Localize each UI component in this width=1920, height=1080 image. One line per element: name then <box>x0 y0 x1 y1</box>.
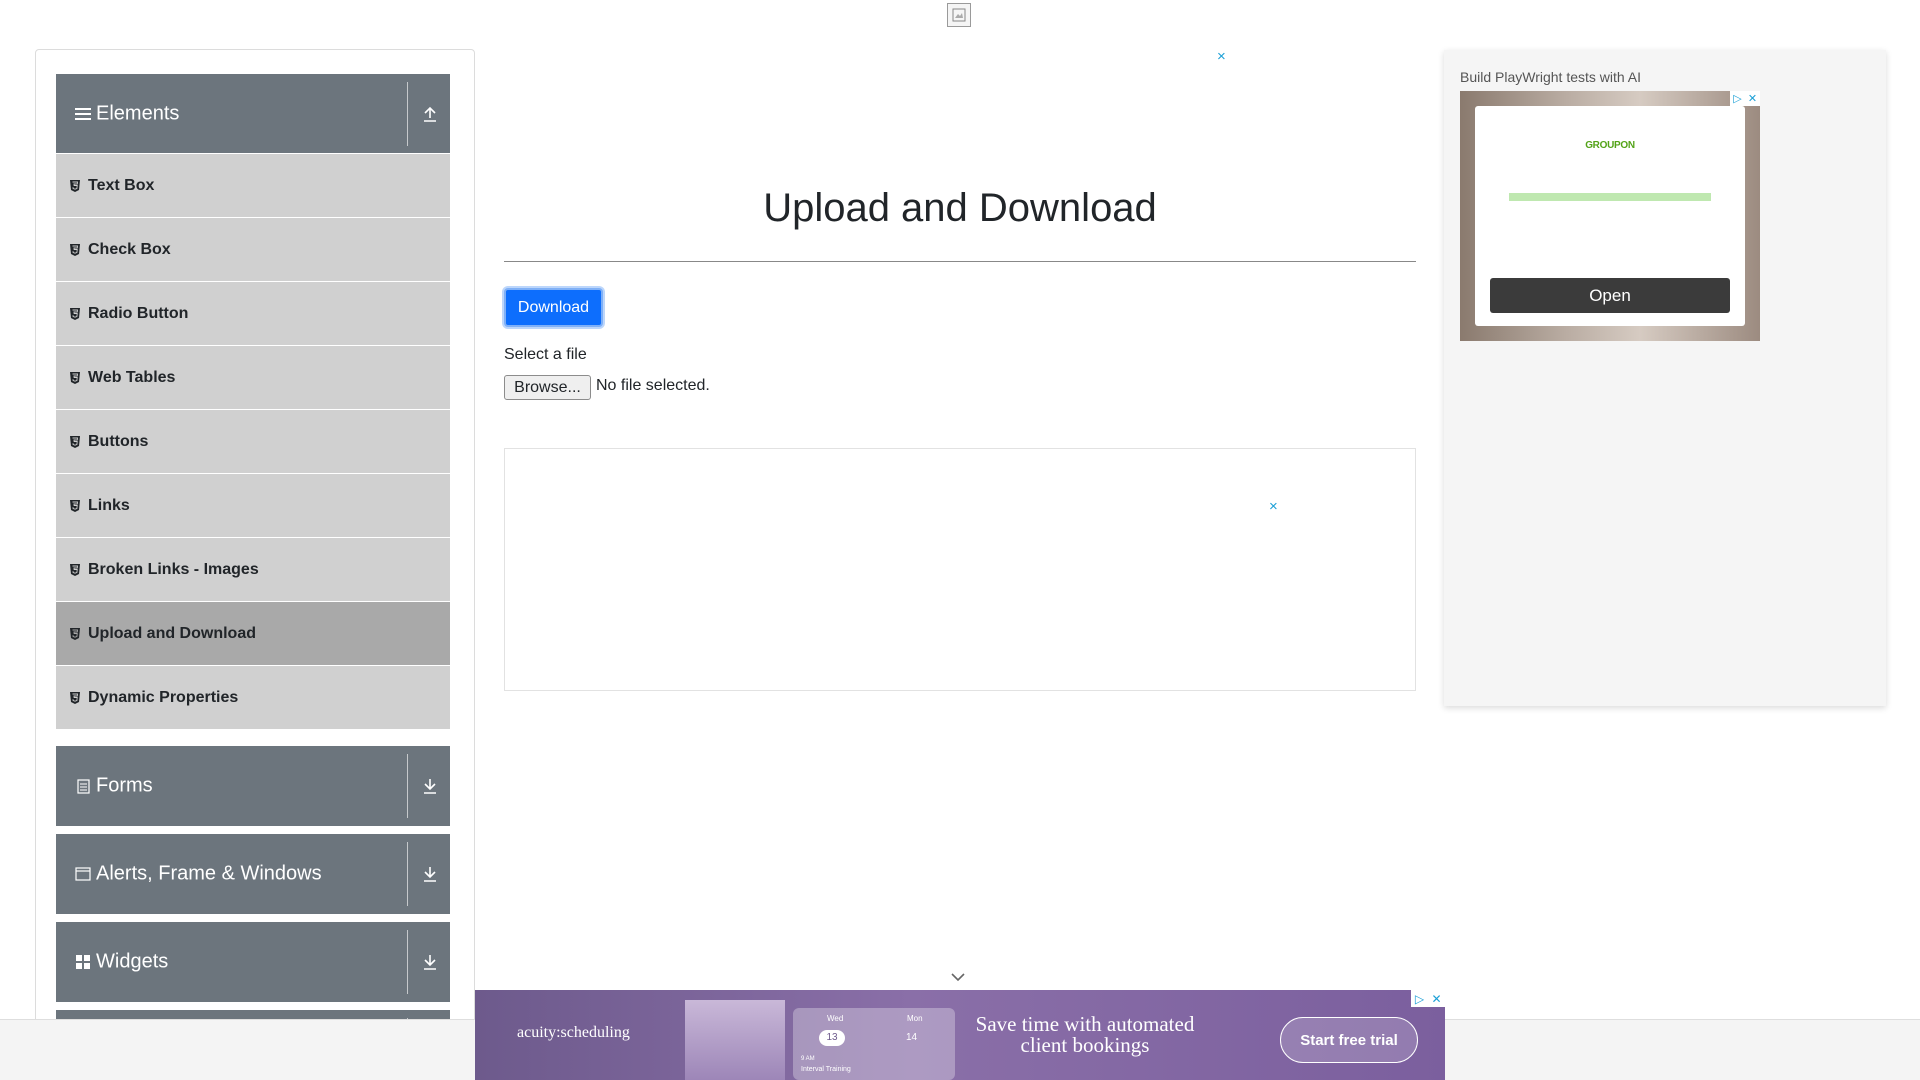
divider <box>407 842 408 906</box>
divider <box>407 82 408 146</box>
sidebar-item-check-box[interactable]: Check Box <box>56 217 450 281</box>
chevron-down-icon[interactable] <box>950 970 966 982</box>
sidebar-item-label: Links <box>88 496 130 514</box>
promo-ad[interactable]: ▷ ✕ GROUPON Open <box>1460 91 1760 341</box>
progress-bar <box>1509 193 1711 201</box>
calendar-day-number: 13 <box>819 1030 845 1046</box>
sidebar-item-label: Upload and Download <box>88 624 256 642</box>
ad-caption: Build PlayWright tests with AI <box>1460 69 1642 85</box>
group-title: Forms <box>96 774 153 797</box>
select-file-label: Select a file <box>504 346 587 363</box>
sidebar-item-label: Check Box <box>88 240 171 258</box>
html5-icon <box>70 691 82 705</box>
start-free-trial-button[interactable]: Start free trial <box>1280 1017 1418 1063</box>
open-button[interactable]: Open <box>1490 278 1730 313</box>
group-title: Alerts, Frame & Windows <box>96 862 322 885</box>
calendar-day-number: 14 <box>906 1032 918 1043</box>
sidebar-item-dynamic-properties[interactable]: Dynamic Properties <box>56 665 450 729</box>
file-status: No file selected. <box>596 377 710 394</box>
broken-image-icon[interactable] <box>947 3 971 27</box>
expand-down-icon[interactable] <box>421 952 439 972</box>
calendar-event: Interval Training <box>801 1066 851 1073</box>
html5-icon <box>70 179 82 193</box>
divider <box>407 930 408 994</box>
html5-icon <box>70 435 82 449</box>
sidebar-item-label: Radio Button <box>88 304 189 322</box>
promo-card: GROUPON Open <box>1475 106 1745 326</box>
page: Elements Text Box Check Box Radio Button… <box>0 0 1920 1080</box>
sidebar-item-upload-and-download[interactable]: Upload and Download <box>56 601 450 665</box>
brand-logo: GROUPON <box>1585 140 1635 151</box>
page-title: Upload and Download <box>763 186 1157 230</box>
group-title: Widgets <box>96 950 169 973</box>
elements-menu: Text Box Check Box Radio Button Web Tabl… <box>56 153 450 729</box>
html5-icon <box>70 371 82 385</box>
group-header-elements[interactable]: Elements <box>56 74 450 154</box>
ad-close-icon[interactable]: × <box>1217 48 1226 65</box>
download-button[interactable]: Download <box>504 288 603 327</box>
sidebar-item-label: Web Tables <box>88 368 176 386</box>
document-icon <box>74 777 92 795</box>
close-icon[interactable]: ✕ <box>1428 990 1445 1007</box>
sidebar-item-web-tables[interactable]: Web Tables <box>56 345 450 409</box>
ad-headline: Save time with automated client bookings <box>975 1012 1195 1057</box>
sidebar-item-text-box[interactable]: Text Box <box>56 153 450 217</box>
group-header-alerts-frame-windows[interactable]: Alerts, Frame & Windows <box>56 834 450 914</box>
calendar-day-name: Mon <box>907 1014 923 1023</box>
html5-icon <box>70 627 82 641</box>
sidebar-item-links[interactable]: Links <box>56 473 450 537</box>
sidebar-item-buttons[interactable]: Buttons <box>56 409 450 473</box>
sidebar-item-broken-links-images[interactable]: Broken Links - Images <box>56 537 450 601</box>
browse-button[interactable]: Browse... <box>504 375 591 400</box>
ad-choices[interactable]: ▷ ✕ <box>1730 91 1760 106</box>
group-header-widgets[interactable]: Widgets <box>56 922 450 1002</box>
expand-down-icon[interactable] <box>421 864 439 884</box>
sidebar-item-radio-button[interactable]: Radio Button <box>56 281 450 345</box>
adchoices-icon[interactable]: ▷ <box>1730 91 1745 106</box>
close-icon[interactable]: ✕ <box>1745 91 1760 106</box>
brand-logo: acuity:scheduling <box>517 1024 630 1041</box>
ad-placeholder <box>504 448 1416 691</box>
html5-icon <box>70 307 82 321</box>
calendar-preview: Wed Mon 13 14 9 AM Interval Training <box>793 1008 955 1080</box>
sidebar-item-label: Text Box <box>88 176 155 194</box>
sidebar-item-label: Dynamic Properties <box>88 688 239 706</box>
ad-photo <box>685 1000 785 1080</box>
calendar-time: 9 AM <box>801 1056 815 1062</box>
grid-icon <box>74 953 92 971</box>
ad-choices[interactable]: ▷ ✕ <box>1411 990 1445 1007</box>
divider <box>407 754 408 818</box>
html5-icon <box>70 563 82 577</box>
group-header-forms[interactable]: Forms <box>56 746 450 826</box>
expand-down-icon[interactable] <box>421 776 439 796</box>
html5-icon <box>70 499 82 513</box>
ad-close-icon[interactable]: × <box>1269 498 1278 515</box>
html5-icon <box>70 243 82 257</box>
hamburger-icon <box>74 105 92 123</box>
sidebar-item-label: Broken Links - Images <box>88 560 259 578</box>
sidebar-item-label: Buttons <box>88 432 149 450</box>
calendar-day-name: Wed <box>827 1014 844 1023</box>
collapse-up-icon[interactable] <box>421 104 439 124</box>
adchoices-icon[interactable]: ▷ <box>1411 990 1428 1007</box>
divider <box>504 261 1416 262</box>
window-icon <box>74 865 92 883</box>
bottom-banner-ad[interactable]: acuity:scheduling Wed Mon 13 14 9 AM Int… <box>475 990 1445 1080</box>
group-title: Elements <box>96 102 180 125</box>
